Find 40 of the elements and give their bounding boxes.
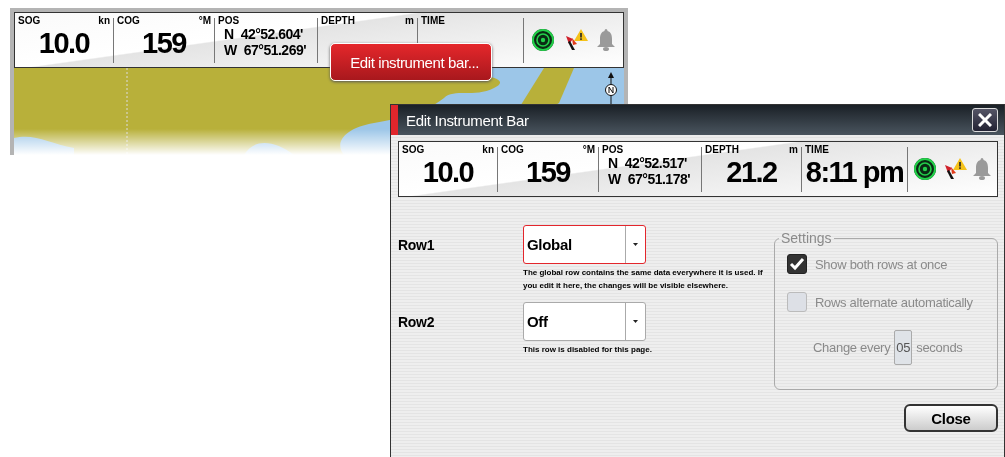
- instrument-value: 21.2: [725, 155, 778, 189]
- option-label: Rows alternate automatically: [815, 294, 973, 310]
- instrument-value: 159: [141, 26, 188, 60]
- unit-label: m: [789, 144, 798, 155]
- instrument-label: COG: [117, 15, 140, 26]
- instrument-label: SOG: [402, 144, 425, 155]
- instrument-label: COG: [501, 144, 524, 155]
- unit-label: m: [405, 15, 414, 26]
- settings-title: Settings: [780, 230, 833, 246]
- unit-label: kn: [482, 144, 494, 155]
- hemisphere-label: W: [224, 42, 237, 58]
- coordinate-value: 67°51.269': [243, 42, 307, 58]
- dialog-title: Edit Instrument Bar: [406, 111, 529, 129]
- hemisphere-label: W: [608, 171, 621, 187]
- coordinate-value: 42°52.604': [240, 26, 303, 42]
- instrument-label: SOG: [18, 15, 41, 26]
- row-label: Row1: [398, 237, 436, 255]
- instrument-value: 8:11 pm: [805, 155, 904, 189]
- hint-text: This row is disabled for this page.: [523, 344, 653, 356]
- coordinate-value: 42°52.517': [624, 155, 687, 171]
- option-label: Show both rows at once: [815, 256, 948, 272]
- row-label: Row2: [398, 314, 436, 332]
- unit-label: kn: [98, 15, 110, 26]
- instrument-value: 10.0: [421, 155, 475, 189]
- instrument-label: DEPTH: [705, 144, 739, 155]
- instrument-label: TIME: [421, 15, 445, 26]
- hemisphere-label: N: [224, 26, 234, 42]
- instrument-label: POS: [218, 15, 240, 26]
- unit-label: °M: [582, 144, 595, 155]
- instrument-value: 10.0: [37, 26, 91, 60]
- hint-text: The global row contains the same data everywhere it is used. If you edit it here, the changes will be visible elsewhere.: [523, 267, 764, 292]
- interval-unit: seconds: [916, 340, 963, 355]
- instrument-label: TIME: [805, 144, 829, 155]
- hemisphere-label: N: [608, 155, 618, 171]
- instrument-value: 159: [525, 155, 572, 189]
- instrument-label: DEPTH: [321, 15, 355, 26]
- coordinate-value: 67°51.178': [627, 171, 691, 187]
- unit-label: °M: [198, 15, 211, 26]
- instrument-label: POS: [602, 144, 624, 155]
- interval-label: Change every: [813, 340, 891, 355]
